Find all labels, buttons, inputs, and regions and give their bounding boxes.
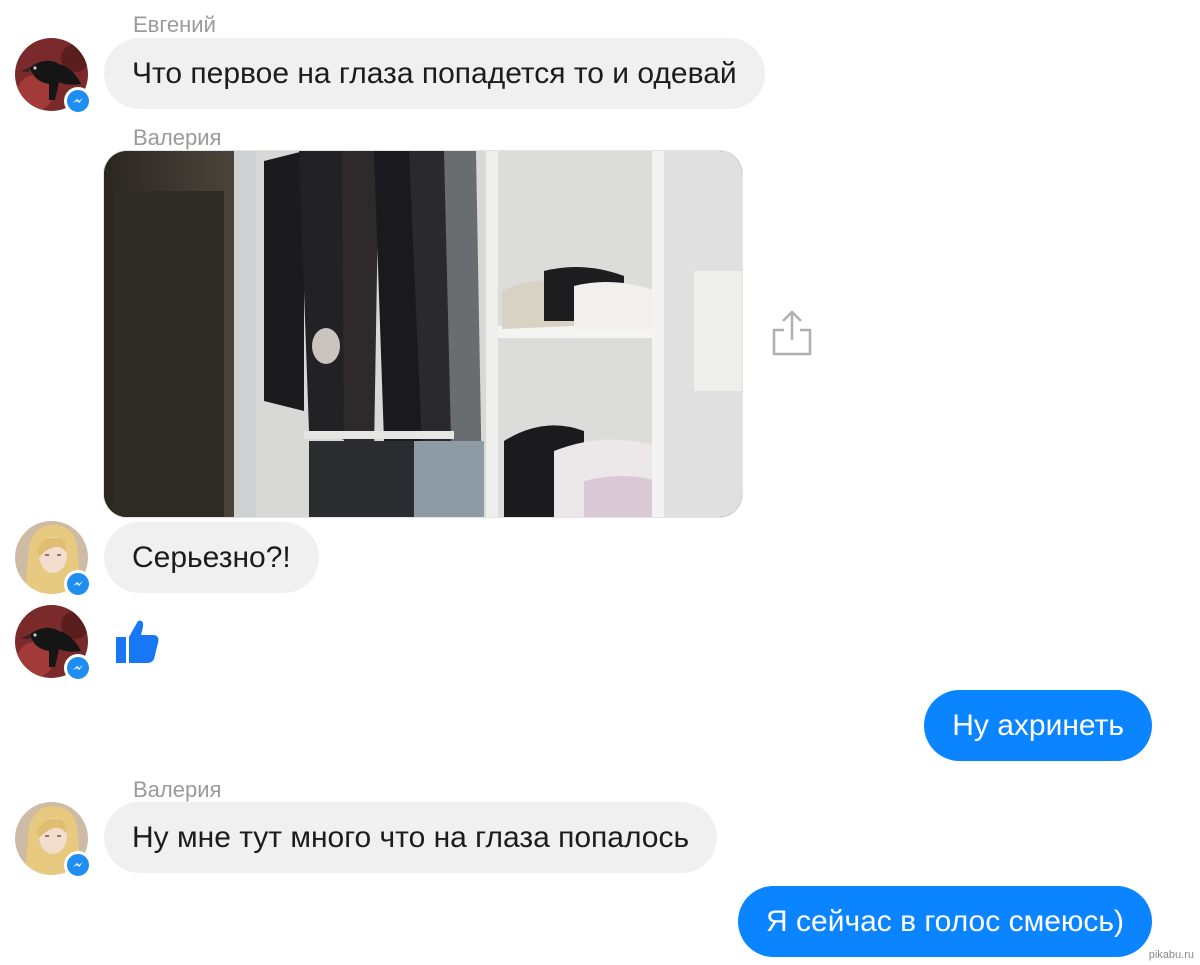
thumbs-up-icon[interactable] <box>114 617 162 670</box>
message-text: Что первое на глаза попадется то и одева… <box>132 56 737 90</box>
sender-name-evgeny: Евгений <box>133 12 216 37</box>
message-bubble-outgoing[interactable]: Я сейчас в голос смеюсь) <box>738 886 1152 957</box>
message-text: Ну мне тут много что на глаза попалось <box>132 820 690 854</box>
message-text: Ну ахринеть <box>952 708 1124 742</box>
message-text: Я сейчас в голос смеюсь) <box>766 904 1124 938</box>
avatar-valeria[interactable] <box>15 802 92 879</box>
sender-name-valeria: Валерия <box>133 125 222 150</box>
watermark: pikabu.ru <box>1148 949 1194 961</box>
share-icon[interactable] <box>770 308 814 363</box>
message-text: Серьезно?! <box>132 540 291 574</box>
message-bubble-outgoing[interactable]: Ну ахринеть <box>924 690 1152 761</box>
avatar-evgeny[interactable] <box>15 605 92 682</box>
messenger-badge-icon <box>64 87 92 115</box>
messenger-badge-icon <box>64 851 92 879</box>
messenger-badge-icon <box>64 654 92 682</box>
message-bubble-incoming[interactable]: Ну мне тут много что на глаза попалось <box>104 802 718 873</box>
avatar-evgeny[interactable] <box>15 38 92 115</box>
avatar-valeria[interactable] <box>15 521 92 598</box>
message-bubble-incoming[interactable]: Серьезно?! <box>104 522 319 593</box>
wardrobe-photo-image <box>104 151 742 517</box>
messenger-badge-icon <box>64 570 92 598</box>
message-bubble-incoming[interactable]: Что первое на глаза попадется то и одева… <box>104 38 765 109</box>
photo-attachment[interactable] <box>103 150 743 518</box>
sender-name-valeria: Валерия <box>133 777 222 802</box>
